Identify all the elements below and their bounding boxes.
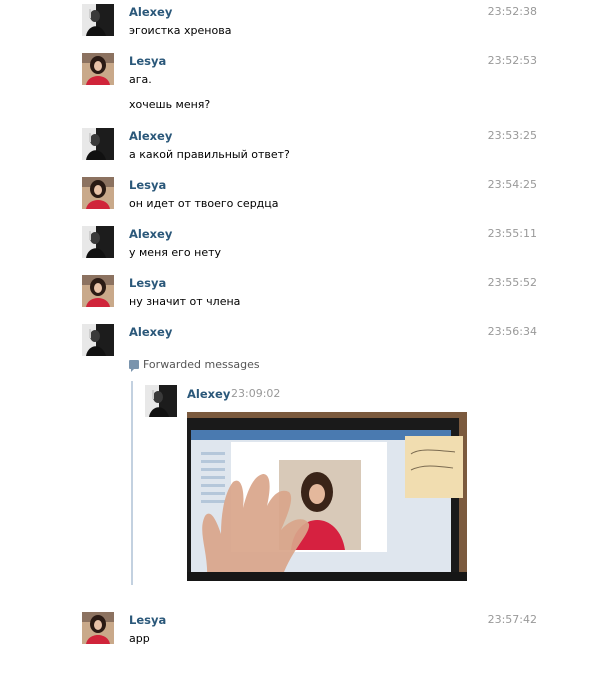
message-time: 23:56:34 [487, 325, 537, 338]
forwarded-author[interactable]: Alexey [187, 387, 230, 401]
message-author[interactable]: Alexey [129, 325, 172, 339]
message-text: он идет от твоего сердца [129, 197, 279, 210]
message-text: эгоистка хренова [129, 24, 232, 37]
message-time: 23:52:38 [487, 5, 537, 18]
message-text: у меня его нету [129, 246, 222, 259]
forwarded-time: 23:09:02 [231, 387, 281, 400]
message-time: 23:53:25 [487, 129, 537, 142]
message-text: app [129, 632, 150, 645]
message-time: 23:57:42 [487, 613, 537, 626]
forwarded-avatar[interactable] [145, 385, 177, 417]
message-author[interactable]: Lesya [129, 54, 166, 68]
message-author[interactable]: Lesya [129, 178, 166, 192]
message-time: 23:55:11 [487, 227, 537, 240]
message-author[interactable]: Alexey [129, 227, 172, 241]
speech-bubble-icon [129, 360, 139, 372]
avatar[interactable] [82, 612, 114, 644]
avatar[interactable] [82, 128, 114, 160]
message-text: ага. [129, 73, 152, 86]
message-time: 23:52:53 [487, 54, 537, 67]
message-text: хочешь меня? [129, 98, 211, 111]
message-author[interactable]: Alexey [129, 129, 172, 143]
message-text: а какой правильный ответ? [129, 148, 290, 161]
photo-attachment[interactable] [187, 412, 467, 581]
avatar[interactable] [82, 324, 114, 356]
avatar[interactable] [82, 275, 114, 307]
avatar[interactable] [82, 177, 114, 209]
message-author[interactable]: Lesya [129, 276, 166, 290]
forwarded-quote-bar [131, 381, 133, 585]
forwarded-label-text: Forwarded messages [143, 358, 260, 371]
message-text: ну значит от члена [129, 295, 241, 308]
avatar[interactable] [82, 4, 114, 36]
forwarded-messages-label: Forwarded messages [129, 358, 260, 372]
message-author[interactable]: Alexey [129, 5, 172, 19]
message-author[interactable]: Lesya [129, 613, 166, 627]
message-time: 23:54:25 [487, 178, 537, 191]
avatar[interactable] [82, 53, 114, 85]
avatar[interactable] [82, 226, 114, 258]
message-time: 23:55:52 [487, 276, 537, 289]
